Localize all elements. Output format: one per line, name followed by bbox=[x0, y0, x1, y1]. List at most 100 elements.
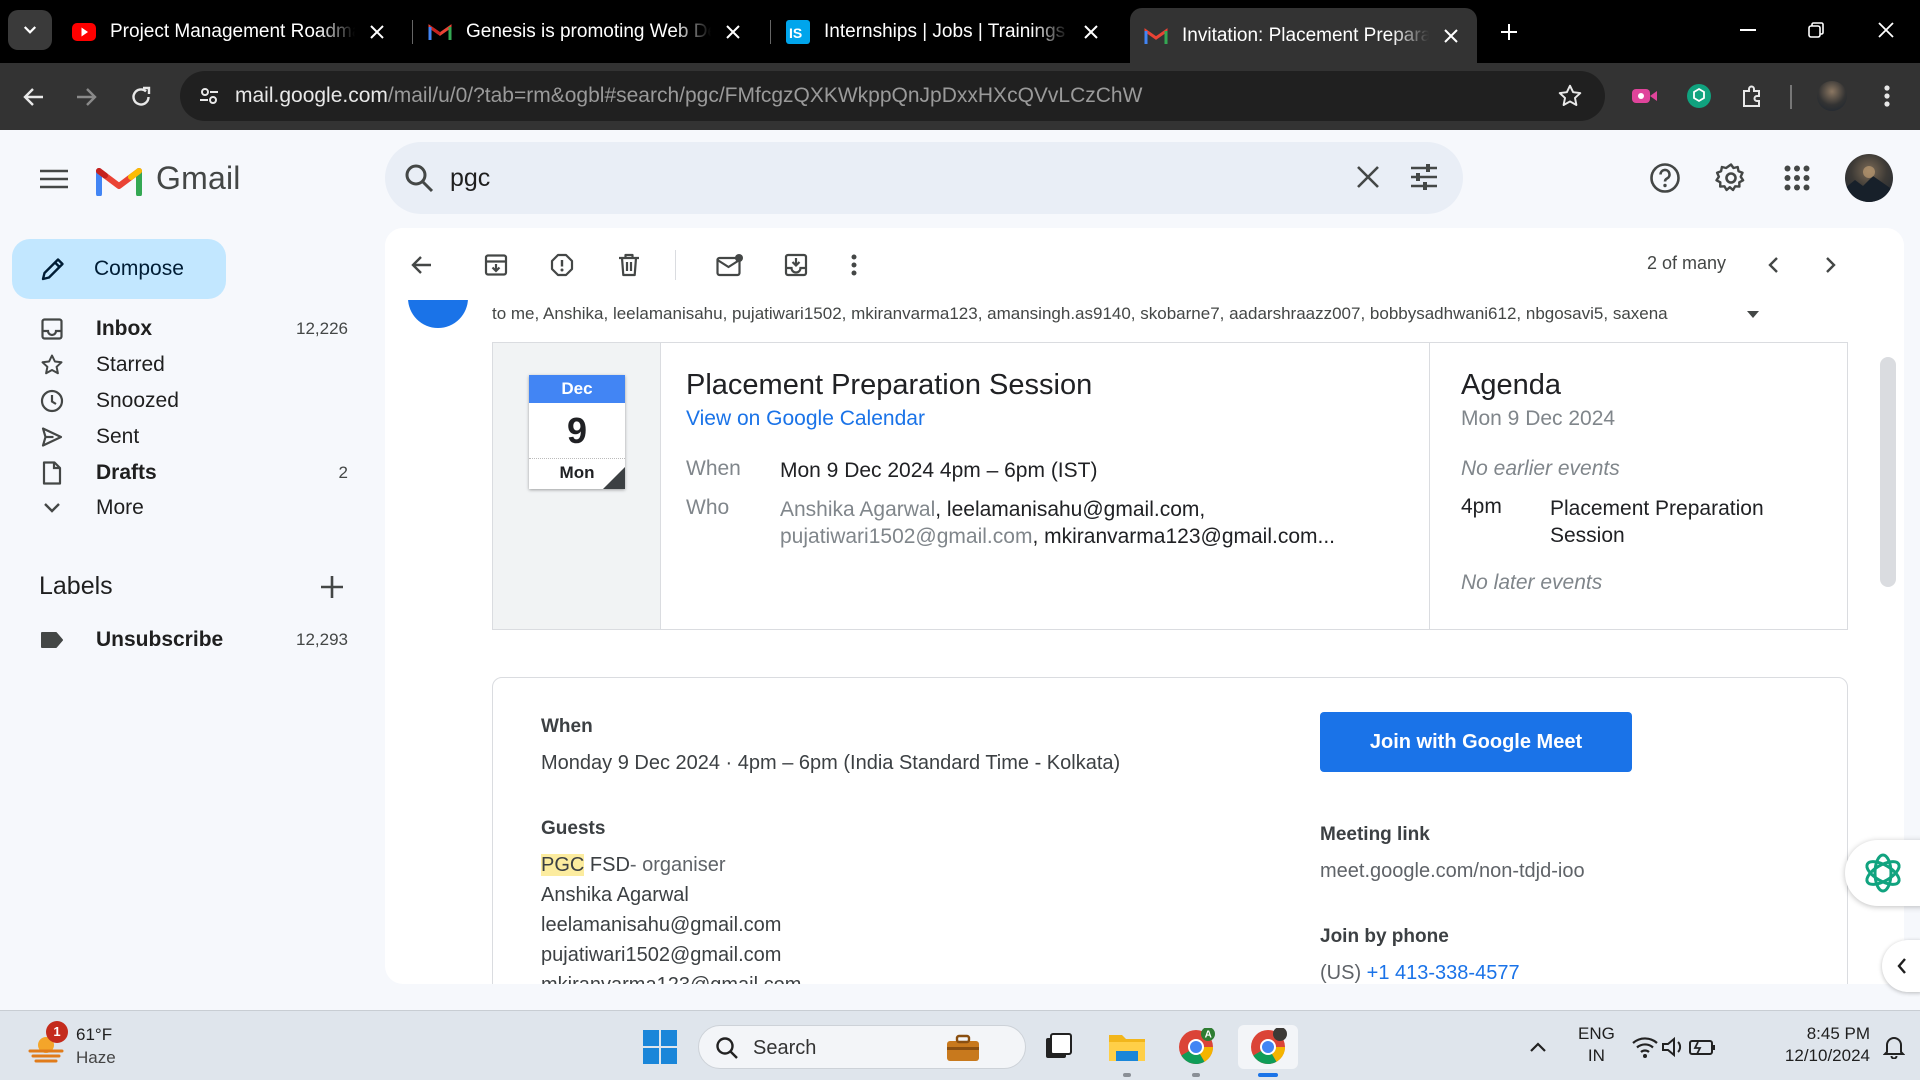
screen-recorder-extension-icon[interactable] bbox=[1630, 81, 1660, 111]
close-icon[interactable] bbox=[1079, 20, 1103, 44]
sidebar-item-label: Starred bbox=[96, 353, 165, 376]
join-google-meet-button[interactable]: Join with Google Meet bbox=[1320, 712, 1632, 772]
start-button[interactable] bbox=[638, 1025, 682, 1069]
back-button[interactable] bbox=[14, 77, 54, 117]
sidebar-item-label: More bbox=[96, 496, 144, 519]
older-button[interactable] bbox=[1814, 248, 1848, 282]
chrome-profile-a-button[interactable]: A bbox=[1174, 1025, 1218, 1069]
address-bar[interactable]: mail.google.com/mail/u/0/?tab=rm&ogbl#se… bbox=[180, 71, 1605, 121]
minimize-icon bbox=[1740, 29, 1756, 31]
event-title: Placement Preparation Session bbox=[686, 369, 1093, 401]
message-view: 2 of many to me, Anshika, leelamanisahu,… bbox=[385, 228, 1904, 984]
help-icon bbox=[1650, 163, 1680, 193]
view-on-calendar-link[interactable]: View on Google Calendar bbox=[686, 407, 925, 431]
weather-widget[interactable]: 1 61°F Haze bbox=[24, 1021, 174, 1069]
close-icon[interactable] bbox=[721, 20, 745, 44]
recipients-line: to me, Anshika, leelamanisahu, pujatiwar… bbox=[492, 304, 1668, 323]
new-tab-button[interactable] bbox=[1493, 16, 1525, 48]
task-view-icon bbox=[1046, 1033, 1072, 1058]
search-label: Search bbox=[753, 1037, 817, 1059]
account-avatar[interactable] bbox=[1845, 154, 1893, 202]
delete-button[interactable] bbox=[612, 248, 646, 282]
sidebar-item-starred[interactable]: Starred bbox=[0, 347, 370, 383]
compose-button[interactable]: Compose bbox=[12, 239, 226, 299]
battery-icon bbox=[1689, 1040, 1715, 1055]
close-icon[interactable] bbox=[1439, 24, 1463, 48]
sidebar-item-sent[interactable]: Sent bbox=[0, 419, 370, 455]
minimize-button[interactable] bbox=[1718, 10, 1778, 50]
tab-gmail-genesis[interactable]: Genesis is promoting Web Deve bbox=[414, 8, 759, 56]
file-explorer-button[interactable] bbox=[1105, 1025, 1149, 1069]
search-icon bbox=[716, 1037, 738, 1059]
guest-item: leelamanisahu@gmail.com bbox=[541, 914, 782, 936]
pagination-text: 2 of many bbox=[1647, 253, 1727, 273]
system-clock[interactable]: 8:45 PM 12/10/2024 bbox=[1760, 1023, 1870, 1067]
profile-avatar[interactable] bbox=[1817, 81, 1847, 111]
sidebar-item-more[interactable]: More bbox=[0, 490, 370, 526]
phone-link[interactable]: +1 413-338-4577 bbox=[1367, 962, 1520, 984]
tab-gmail-invitation[interactable]: Invitation: Placement Preparatio bbox=[1130, 8, 1477, 63]
tab-internshala[interactable]: IS Internships | Jobs | Trainings & I bbox=[772, 8, 1117, 56]
move-to-button[interactable] bbox=[779, 248, 813, 282]
sidebar-item-snoozed[interactable]: Snoozed bbox=[0, 383, 370, 419]
forward-button[interactable] bbox=[66, 77, 106, 117]
clear-search-icon[interactable] bbox=[1355, 164, 1381, 190]
chatgpt-extension-icon[interactable] bbox=[1684, 81, 1714, 111]
archive-button[interactable] bbox=[479, 248, 513, 282]
chrome-icon bbox=[1251, 1028, 1287, 1064]
notifications-button[interactable] bbox=[1872, 1025, 1916, 1069]
guest-item: Anshika Agarwal bbox=[541, 884, 689, 906]
chrome-menu-icon[interactable] bbox=[1872, 81, 1902, 111]
internshala-icon: IS bbox=[786, 20, 810, 44]
sidebar-item-inbox[interactable]: Inbox 12,226 bbox=[0, 311, 370, 347]
agenda-event-title[interactable]: Placement Preparation Session bbox=[1550, 495, 1800, 549]
page-fold-icon bbox=[603, 467, 625, 489]
reload-button[interactable] bbox=[121, 77, 161, 117]
gmail-logo[interactable]: Gmail bbox=[96, 160, 241, 197]
sidebar-item-unsubscribe[interactable]: Unsubscribe 12,293 bbox=[0, 622, 370, 658]
restore-button[interactable] bbox=[1786, 10, 1846, 50]
newer-button[interactable] bbox=[1756, 248, 1790, 282]
quick-settings-button[interactable] bbox=[1630, 1025, 1720, 1069]
report-spam-button[interactable] bbox=[545, 248, 579, 282]
back-to-search-button[interactable] bbox=[405, 248, 439, 282]
tab-youtube[interactable]: Project Management Roadmap bbox=[58, 8, 403, 56]
window-close-button[interactable] bbox=[1856, 10, 1916, 50]
google-apps-button[interactable] bbox=[1777, 158, 1817, 198]
show-hidden-icons-button[interactable] bbox=[1516, 1025, 1560, 1069]
chatgpt-floating-button[interactable] bbox=[1845, 840, 1920, 906]
search-options-icon[interactable] bbox=[1409, 162, 1439, 192]
close-icon[interactable] bbox=[365, 20, 389, 44]
mail-search-bar[interactable]: pgc bbox=[385, 142, 1463, 214]
more-actions-button[interactable] bbox=[837, 248, 871, 282]
site-settings-icon[interactable] bbox=[194, 81, 224, 111]
show-details-button[interactable] bbox=[1746, 310, 1760, 319]
tab-title: Internships | Jobs | Trainings & I bbox=[824, 21, 1069, 42]
windows-icon bbox=[643, 1030, 677, 1064]
guest-item: pujatiwari1502@gmail.com bbox=[541, 944, 782, 966]
extensions-puzzle-icon[interactable] bbox=[1738, 81, 1768, 111]
scrollbar-thumb[interactable] bbox=[1880, 357, 1896, 587]
taskbar-search[interactable]: Search bbox=[698, 1025, 1026, 1069]
move-to-inbox-icon bbox=[784, 253, 808, 277]
chrome-active-window-button[interactable] bbox=[1238, 1025, 1298, 1069]
tab-search-button[interactable] bbox=[8, 10, 52, 50]
gmail-wordmark: Gmail bbox=[156, 160, 241, 196]
mark-unread-button[interactable] bbox=[713, 248, 747, 282]
chevron-left-icon bbox=[1768, 257, 1778, 273]
browser-toolbar: mail.google.com/mail/u/0/?tab=rm&ogbl#se… bbox=[0, 63, 1920, 130]
sidebar-item-drafts[interactable]: Drafts 2 bbox=[0, 455, 370, 491]
search-icon[interactable] bbox=[403, 162, 435, 194]
create-label-button[interactable] bbox=[318, 573, 346, 601]
bookmark-star-icon[interactable] bbox=[1557, 83, 1583, 109]
guest-email: , leelamanisahu@gmail.com, bbox=[935, 498, 1206, 521]
settings-button[interactable] bbox=[1711, 158, 1751, 198]
clock-date: 12/10/2024 bbox=[1784, 1046, 1870, 1065]
main-menu-button[interactable] bbox=[34, 159, 74, 199]
search-input[interactable]: pgc bbox=[450, 164, 490, 193]
task-view-button[interactable] bbox=[1036, 1025, 1080, 1069]
support-button[interactable] bbox=[1645, 158, 1685, 198]
side-panel-toggle[interactable] bbox=[1882, 940, 1920, 992]
input-language[interactable]: ENG IN bbox=[1578, 1023, 1615, 1067]
meeting-link[interactable]: meet.google.com/non-tdjd-ioo bbox=[1320, 860, 1585, 883]
